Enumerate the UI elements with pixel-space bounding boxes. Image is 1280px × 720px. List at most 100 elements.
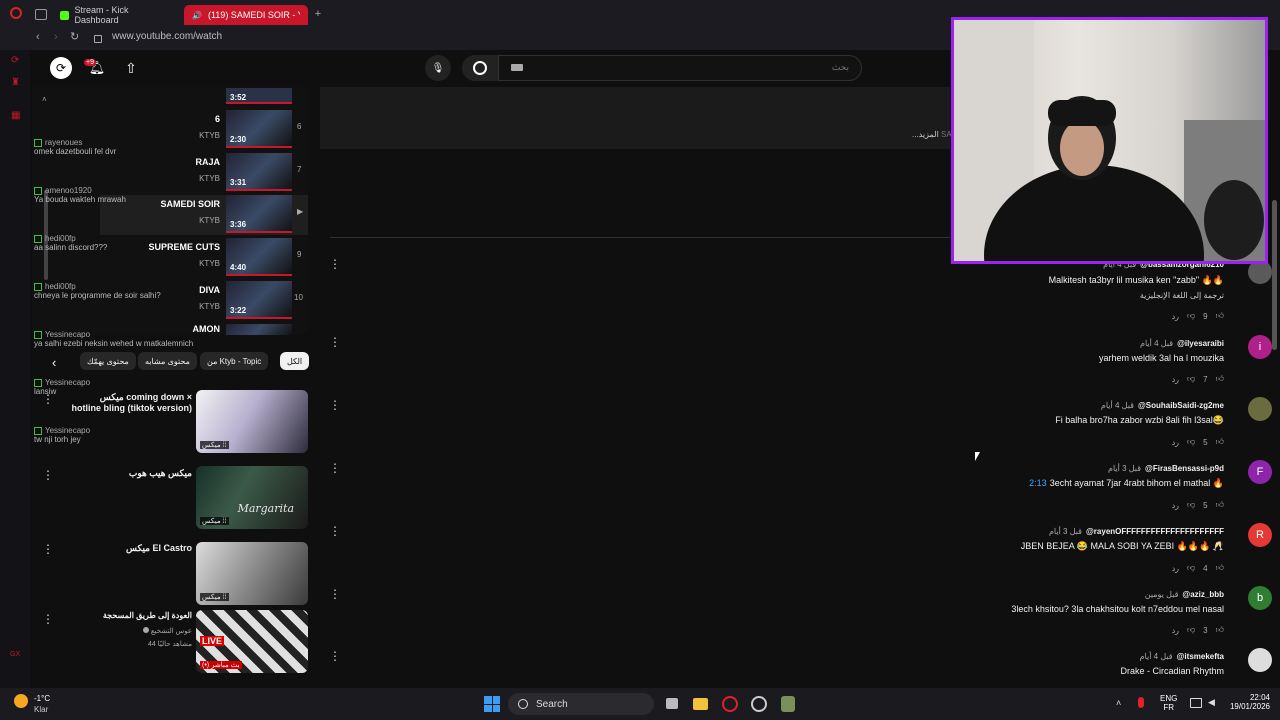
sidebar-gx-icon[interactable]: GX: [10, 651, 20, 658]
dislike-icon[interactable]: 👎︎: [1187, 500, 1195, 510]
like-icon[interactable]: 👍︎: [1216, 563, 1224, 573]
reply-button[interactable]: رد: [1172, 312, 1179, 321]
playlist-scroll-up-icon[interactable]: ˄: [42, 95, 47, 104]
comment-author[interactable]: قبل 4 أيام @ilyesaraibi: [1140, 339, 1224, 348]
language-indicator[interactable]: ENG FR: [1160, 694, 1177, 712]
avatar[interactable]: b: [1248, 586, 1272, 610]
rec-thumbnail[interactable]: Margarita ميكس ⁞⁞: [196, 466, 308, 529]
volume-icon[interactable]: ◀: [1208, 697, 1215, 708]
more-options-icon[interactable]: ⋮: [329, 588, 341, 600]
dislike-icon[interactable]: 👎︎: [1187, 563, 1195, 573]
sync-icon[interactable]: ⟳: [50, 57, 72, 79]
comment-author[interactable]: قبل يومين @aziz_bbb: [1145, 590, 1224, 599]
dislike-icon[interactable]: 👎︎: [1187, 625, 1195, 635]
app-taskbar-icon[interactable]: [751, 696, 767, 712]
weather-icon[interactable]: [14, 694, 28, 708]
comment-author[interactable]: قبل 3 أيام @rayenOFFFFFFFFFFFFFFFFFFFFF: [1049, 527, 1224, 536]
like-icon[interactable]: 👍︎: [1216, 625, 1224, 635]
playlist-item-current[interactable]: SAMEDI SOIR KTYB 3:36 ▶: [100, 195, 308, 235]
more-options-icon[interactable]: ⋮: [329, 399, 341, 411]
reply-button[interactable]: رد: [1172, 626, 1179, 635]
reload-icon[interactable]: ↻: [70, 30, 79, 43]
tab-islands-icon[interactable]: [35, 9, 47, 20]
more-options-icon[interactable]: ⋮: [329, 336, 341, 348]
tab-kick-dashboard[interactable]: Stream - Kick Dashboard: [52, 5, 178, 25]
avatar[interactable]: R: [1248, 523, 1272, 547]
more-options-icon[interactable]: ⋮: [42, 543, 54, 555]
forward-icon[interactable]: ›: [54, 31, 58, 43]
task-view-icon[interactable]: [666, 698, 678, 709]
avatar[interactable]: F: [1248, 460, 1272, 484]
comment-author[interactable]: قبل 4 أيام @SouhaibSaidi-zg2me: [1101, 401, 1224, 410]
page-scrollbar[interactable]: [1272, 200, 1277, 350]
like-icon[interactable]: 👍︎: [1216, 500, 1224, 510]
file-explorer-icon[interactable]: [693, 698, 708, 710]
avatar[interactable]: [1248, 397, 1272, 421]
search-input[interactable]: بحث: [498, 55, 862, 81]
more-options-icon[interactable]: ⋮: [42, 393, 54, 405]
rec-thumbnail[interactable]: ميكس ⁞⁞: [196, 390, 308, 453]
more-options-icon[interactable]: ⋮: [42, 613, 54, 625]
kick-taskbar-icon[interactable]: [781, 696, 795, 712]
voice-search-button[interactable]: 🎙︎: [425, 55, 451, 81]
more-options-icon[interactable]: ⋮: [42, 469, 54, 481]
more-options-icon[interactable]: ⋮: [329, 525, 341, 537]
rec-title[interactable]: العودة إلى طريق المسحجة: [70, 611, 192, 620]
network-icon[interactable]: [1190, 698, 1202, 708]
opera-logo-icon[interactable]: [10, 7, 22, 19]
back-icon[interactable]: ‹: [36, 31, 40, 43]
taskbar-clock[interactable]: 22:04 19/01/2026: [1226, 693, 1270, 711]
playlist-item[interactable]: RAJA KTYB 3:31 7: [100, 153, 308, 193]
chip-mixes-for-you[interactable]: محتوى يهمّك: [80, 352, 136, 370]
more-options-icon[interactable]: ⋮: [329, 462, 341, 474]
reply-button[interactable]: رد: [1172, 564, 1179, 573]
like-icon[interactable]: 👍︎: [1216, 311, 1224, 321]
taskbar-search[interactable]: Search: [508, 693, 654, 715]
reply-button[interactable]: رد: [1172, 438, 1179, 447]
playlist-item[interactable]: SUPREME CUTS KTYB 4:40 9: [100, 238, 308, 278]
rec-thumbnail[interactable]: LIVE (•) بث مباشر: [196, 610, 308, 673]
playlist-thumb-partial[interactable]: 3:52: [226, 88, 292, 104]
comment-author[interactable]: قبل 3 أيام @FirasBensassi-p9d: [1108, 464, 1224, 473]
dislike-icon[interactable]: 👎︎: [1187, 374, 1195, 384]
dislike-icon[interactable]: 👎︎: [1187, 311, 1195, 321]
sidebar-music-icon[interactable]: ⟳: [11, 55, 19, 66]
rec-thumbnail[interactable]: ميكس ⁞⁞: [196, 542, 308, 605]
comment-author[interactable]: قبل 4 أيام @itsmekefta: [1140, 652, 1224, 661]
speaker-icon[interactable]: 🔊: [192, 11, 202, 20]
tray-mic-icon[interactable]: [1138, 697, 1144, 708]
keyboard-icon[interactable]: [511, 64, 523, 71]
tab-youtube[interactable]: 🔊 (119) SAMEDI SOIR - Y: [184, 5, 308, 25]
opera-gx-taskbar-icon[interactable]: [722, 696, 738, 712]
rec-title[interactable]: ميكس El Castro: [70, 543, 192, 554]
dislike-icon[interactable]: 👎︎: [1187, 437, 1195, 447]
chips-prev-icon[interactable]: ‹: [52, 355, 56, 370]
like-icon[interactable]: 👍︎: [1216, 374, 1224, 384]
chip-from-ktyb[interactable]: من Ktyb - Topic: [200, 352, 269, 370]
chip-all[interactable]: الكل: [280, 352, 310, 370]
tray-chevron-icon[interactable]: ˄: [1116, 698, 1121, 708]
playlist-item[interactable]: 6 KTYB 2:30 6: [100, 110, 308, 150]
mouse-cursor-icon: [975, 452, 980, 461]
translate-link[interactable]: ترجمة إلى اللغة الإنجليزية: [1140, 291, 1224, 300]
more-options-icon[interactable]: ⋮: [329, 258, 341, 270]
sidebar-apps-icon[interactable]: ▦: [11, 110, 20, 121]
avatar[interactable]: [1248, 648, 1272, 672]
description-more-link[interactable]: ...المزيد SA: [912, 130, 952, 139]
search-button[interactable]: [462, 55, 498, 81]
timestamp-link[interactable]: 2:13: [1029, 478, 1047, 488]
sidebar-bag-icon[interactable]: ♜: [11, 77, 20, 88]
live-sign: LIVE: [200, 636, 225, 646]
upload-icon[interactable]: ⇧: [120, 57, 142, 79]
avatar[interactable]: i: [1248, 335, 1272, 359]
windows-start-icon[interactable]: [484, 696, 500, 712]
rec-title[interactable]: ميكس coming down × hotline bling (tiktok…: [70, 392, 192, 413]
new-tab-button[interactable]: +: [312, 8, 324, 20]
more-options-icon[interactable]: ⋮: [329, 650, 341, 662]
reply-button[interactable]: رد: [1172, 501, 1179, 510]
like-icon[interactable]: 👍︎: [1216, 437, 1224, 447]
url-field[interactable]: www.youtube.com/watch: [112, 31, 222, 42]
reply-button[interactable]: رد: [1172, 375, 1179, 384]
chip-similar[interactable]: محتوى مشابه: [138, 352, 197, 370]
rec-title[interactable]: ميكس هيب هوب: [70, 468, 192, 479]
